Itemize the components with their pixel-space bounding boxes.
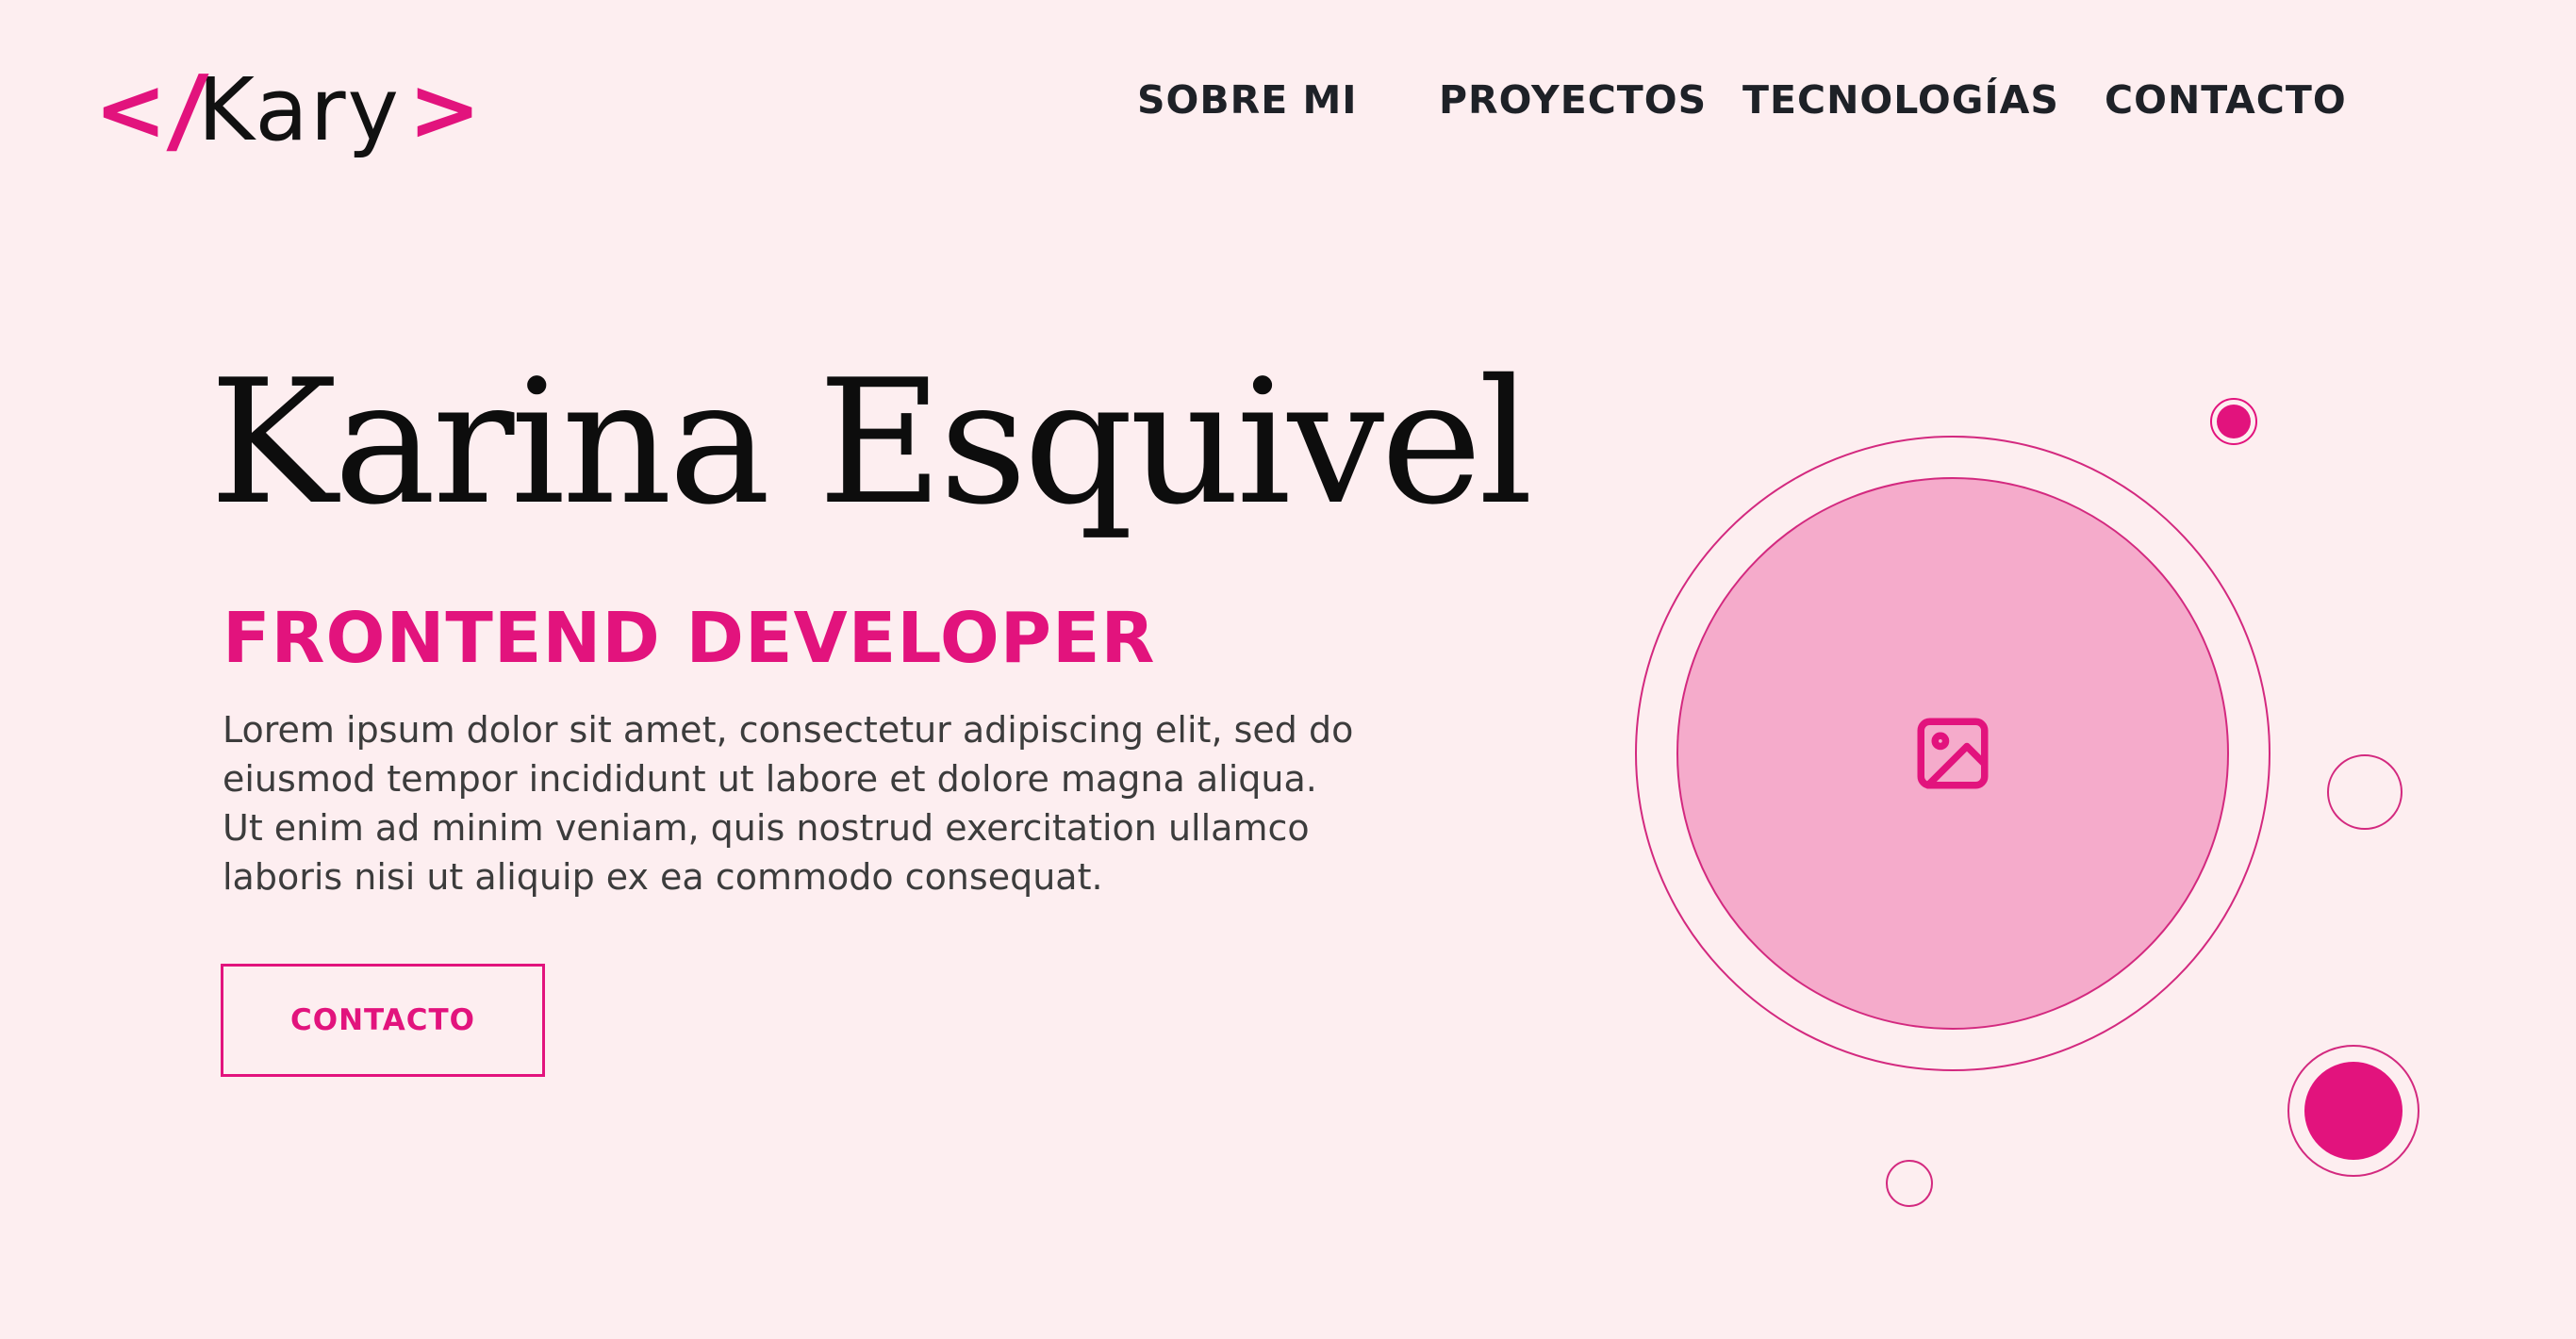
nav-item-contacto[interactable]: CONTACTO (2105, 77, 2347, 123)
decorative-ring-bottom (1886, 1160, 1933, 1207)
decorative-dot-large-fill (2304, 1062, 2403, 1160)
hero-name: Karina Esquivel (209, 342, 1533, 542)
image-placeholder-icon (1917, 718, 1989, 789)
nav-item-tecnologias[interactable]: TECNOLOGÍAS (1742, 77, 2059, 123)
logo-word: Kary (197, 59, 401, 160)
decorative-dot-top (2210, 398, 2257, 445)
logo[interactable]: < / Kary > (94, 55, 482, 165)
profile-photo (1676, 477, 2229, 1030)
hero-description-line: Ut enim ad minim veniam, quis nostrud ex… (223, 807, 1310, 849)
hero-description: Lorem ipsum dolor sit amet, consectetur … (223, 705, 1448, 901)
hero-description-line: Lorem ipsum dolor sit amet, consectetur … (223, 709, 1354, 751)
decorative-ring-right (2327, 754, 2403, 830)
contact-button[interactable]: CONTACTO (221, 964, 545, 1077)
hero-role: FRONTEND DEVELOPER (223, 598, 1156, 679)
logo-close-bracket: > (407, 59, 482, 160)
decorative-dot-large (2287, 1045, 2419, 1177)
nav-item-proyectos[interactable]: PROYECTOS (1439, 77, 1707, 123)
nav-item-sobre-mi[interactable]: SOBRE MI (1137, 77, 1358, 123)
logo-open-bracket: < (94, 59, 168, 160)
decorative-dot-top-fill (2217, 405, 2251, 438)
hero-description-line: eiusmod tempor incididunt ut labore et d… (223, 758, 1317, 800)
hero-description-line: laboris nisi ut aliquip ex ea commodo co… (223, 856, 1103, 898)
